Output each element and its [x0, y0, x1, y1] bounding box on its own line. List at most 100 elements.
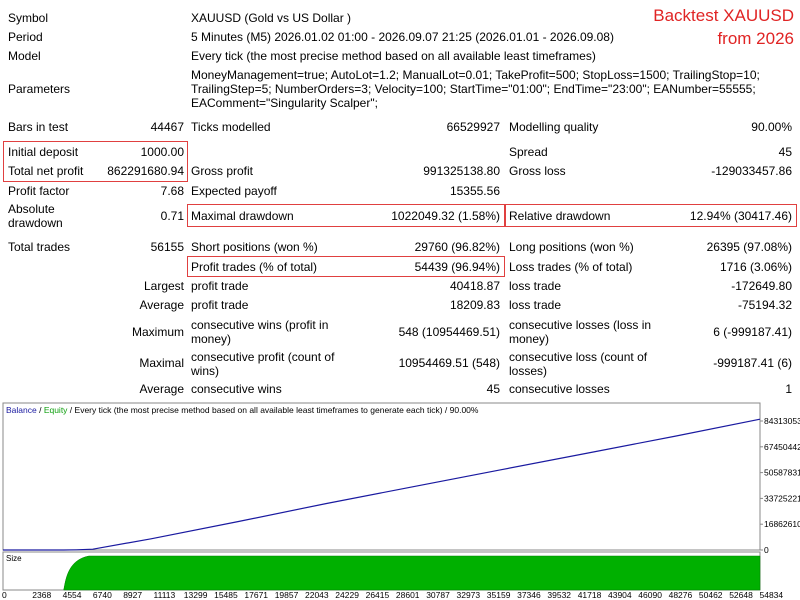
x-tick-label: 37346: [517, 590, 541, 600]
x-tick-label: 43904: [608, 590, 632, 600]
x-tick-label: 6740: [93, 590, 112, 600]
y-tick-label: 84313053: [764, 416, 800, 426]
reldd-label: Relative drawdown: [509, 209, 611, 223]
y-tick-label: 67450442: [764, 442, 800, 452]
parameters-line-2: TrailingStep=5; NumberOrders=3; Velocity…: [191, 82, 756, 96]
netprofit-value: 862291680.94: [107, 164, 184, 178]
absdd-label-2: drawdown: [8, 216, 63, 230]
average-profit-label: profit trade: [191, 298, 249, 312]
maximum-label: Maximum: [131, 325, 184, 339]
acl-label: consecutive losses: [509, 382, 610, 396]
size-area: [63, 555, 761, 591]
parameters-line-3: EAComment="Singularity Scalper";: [191, 96, 378, 110]
x-tick-label: 48276: [669, 590, 693, 600]
caption-sep: /: [36, 405, 44, 415]
x-tick-label: 2368: [32, 590, 51, 600]
period-value: 5 Minutes (M5) 2026.01.02 01:00 - 2026.0…: [191, 30, 614, 44]
largest-profit-label: profit trade: [191, 279, 249, 293]
x-tick-label: 13299: [184, 590, 208, 600]
cp-label-1: consecutive profit (count of: [191, 350, 335, 364]
grossloss-label: Gross loss: [509, 164, 566, 178]
acw-value: 45: [486, 382, 500, 396]
cl-label-2: money): [509, 332, 550, 346]
cp-value: 10954469.51 (548): [398, 356, 500, 370]
balance-chart: 84313053 67450442 50587831 33725221 16862610…: [2, 402, 800, 600]
reldd-value: 12.94% (30417.46): [689, 209, 792, 223]
ticks-label: Ticks modelled: [191, 120, 271, 134]
maxdd-label: Maximal drawdown: [191, 209, 294, 223]
x-tick-label: 39532: [547, 590, 571, 600]
absdd-value: 0.71: [160, 209, 184, 223]
model-label: Model: [8, 49, 41, 63]
x-tick-label: 50462: [699, 590, 723, 600]
x-tick-label: 11113: [154, 590, 176, 600]
size-label: Size: [6, 554, 22, 563]
spread-value: 45: [778, 145, 792, 159]
y-tick-label: 16862610: [764, 519, 800, 529]
average2-label: Average: [139, 382, 184, 396]
model-value: Every tick (the most precise method base…: [191, 49, 596, 63]
backtest-overlay: Backtest XAUUSD from 2026: [653, 4, 794, 50]
long-value: 26395 (97.08%): [706, 240, 792, 254]
x-tick-label: 8927: [123, 590, 142, 600]
x-tick-label: 30787: [426, 590, 450, 600]
period-label: Period: [8, 30, 43, 44]
payoff-value: 15355.56: [449, 184, 500, 198]
cp-label-2: wins): [191, 364, 220, 378]
average-profit-value: 18209.83: [449, 298, 500, 312]
grossprofit-label: Gross profit: [191, 164, 254, 178]
x-tick-label: 26415: [366, 590, 390, 600]
caption-rest: / Every tick (the most precise method ba…: [67, 405, 479, 415]
overlay-title: Backtest XAUUSD: [653, 6, 794, 25]
deposit-label: Initial deposit: [8, 145, 79, 159]
long-label: Long positions (won %): [509, 240, 634, 254]
netprofit-label: Total net profit: [8, 164, 84, 178]
x-tick-label: 32973: [457, 590, 481, 600]
x-tick-label: 41718: [578, 590, 602, 600]
x-tick-label: 46090: [638, 590, 662, 600]
bars-label: Bars in test: [8, 120, 69, 134]
average-loss-label: loss trade: [509, 298, 562, 312]
maxdd-value: 1022049.32 (1.58%): [391, 209, 500, 223]
x-tick-label: 22043: [305, 590, 329, 600]
spread-label: Spread: [509, 145, 548, 159]
grossloss-value: -129033457.86: [711, 164, 792, 178]
pf-label: Profit factor: [8, 184, 70, 198]
profittrades-label: Profit trades (% of total): [191, 260, 318, 274]
losstrades-value: 1716 (3.06%): [719, 260, 792, 274]
x-tick-label: 15485: [214, 590, 238, 600]
closs-label-2: losses): [509, 364, 548, 378]
cl-value: 6 (-999187.41): [713, 325, 792, 339]
average-label: Average: [139, 298, 184, 312]
profittrades-value: 54439 (96.94%): [414, 260, 500, 274]
trades-value: 56155: [150, 240, 184, 254]
grossprofit-value: 991325138.80: [423, 164, 500, 178]
x-tick-label: 24229: [335, 590, 359, 600]
caption-balance: Balance: [6, 405, 37, 415]
x-tick-label: 4554: [63, 590, 82, 600]
cw-label-2: money): [191, 332, 232, 346]
chart-caption: Balance / Equity / Every tick (the most …: [6, 405, 478, 415]
x-tick-label: 0: [2, 590, 7, 600]
largest-label: Largest: [143, 279, 184, 293]
pf-value: 7.68: [160, 184, 184, 198]
short-value: 29760 (96.82%): [414, 240, 500, 254]
x-tick-label: 28601: [396, 590, 420, 600]
x-tick-label: 54834: [760, 590, 784, 600]
quality-value: 90.00%: [751, 120, 792, 134]
parameters-line-1: MoneyManagement=true; AutoLot=1.2; Manua…: [191, 68, 760, 82]
symbol-value: XAUUSD (Gold vs US Dollar ): [191, 11, 352, 25]
y-tick-label: 50587831: [764, 468, 800, 478]
ticks-value: 66529927: [446, 120, 500, 134]
acl-value: 1: [785, 382, 792, 396]
short-label: Short positions (won %): [191, 240, 318, 254]
deposit-value: 1000.00: [140, 145, 184, 159]
y-tick-label: 33725221: [764, 493, 800, 503]
absdd-label-1: Absolute: [8, 202, 55, 216]
x-tick-label: 35159: [487, 590, 511, 600]
payoff-label: Expected payoff: [191, 184, 277, 198]
acw-label: consecutive wins: [191, 382, 282, 396]
losstrades-label: Loss trades (% of total): [509, 260, 633, 274]
trades-label: Total trades: [8, 240, 71, 254]
symbol-label: Symbol: [8, 11, 49, 25]
